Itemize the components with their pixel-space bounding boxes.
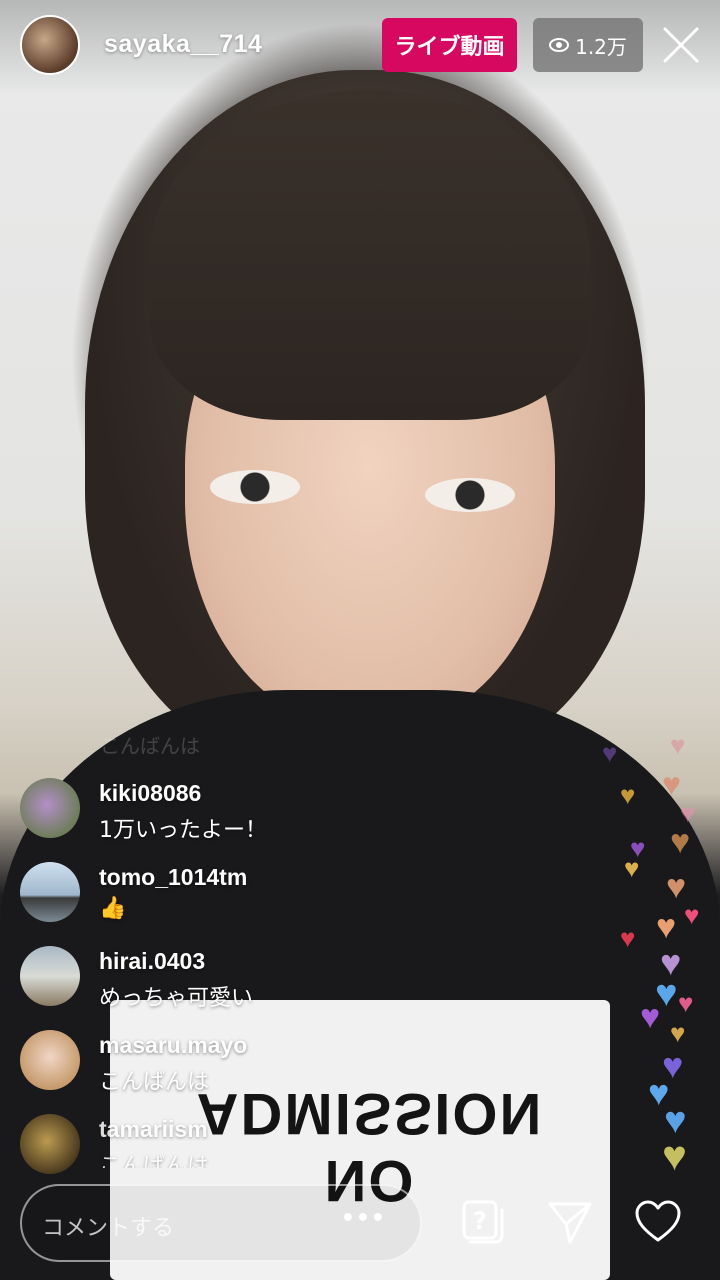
heart-icon: ♥ bbox=[656, 908, 677, 946]
heart-icon: ♥ bbox=[670, 823, 691, 861]
heart-icon: ♥ bbox=[624, 853, 640, 883]
heart-icon: ♥ bbox=[684, 900, 700, 930]
comment-text: こんばんは bbox=[99, 1154, 210, 1168]
comment-avatar[interactable] bbox=[20, 778, 80, 838]
comment-avatar[interactable] bbox=[20, 1114, 80, 1174]
comment-username[interactable]: kiki08086 bbox=[99, 780, 201, 807]
comment-avatar[interactable] bbox=[20, 946, 80, 1006]
heart-icon: ♥ bbox=[620, 923, 636, 953]
comment-text: めっちゃ可愛い bbox=[99, 986, 254, 1011]
heart-icon: ♥ bbox=[670, 730, 686, 760]
heart-icon: ♥ bbox=[670, 1018, 686, 1048]
video-eye-right bbox=[425, 478, 515, 512]
host-username[interactable]: sayaka__714 bbox=[104, 30, 262, 59]
faded-comment: こんばんは bbox=[100, 734, 200, 758]
comment-item: hirai.0403 めっちゃ可愛い bbox=[20, 938, 460, 1022]
heart-icon: ♥ bbox=[678, 988, 694, 1018]
heart-icon: ♥ bbox=[662, 1132, 687, 1179]
comment-item: masaru.mayo こんばんは bbox=[20, 1022, 460, 1106]
comment-item: kiki08086 1万いったよー！ bbox=[20, 770, 460, 854]
close-icon[interactable] bbox=[660, 24, 702, 66]
heart-icon: ♥ bbox=[640, 998, 661, 1036]
comment-list: kiki08086 1万いったよー！ tomo_1014tm 👍 hirai.0… bbox=[20, 770, 460, 1190]
viewer-count: 1.2万 bbox=[575, 34, 627, 59]
question-icon[interactable]: ? bbox=[458, 1198, 506, 1246]
comment-avatar[interactable] bbox=[20, 1030, 80, 1090]
heart-like-icon[interactable] bbox=[634, 1198, 682, 1246]
comment-text: 1万いったよー！ bbox=[99, 818, 267, 843]
heart-icon: ♥ bbox=[666, 868, 687, 906]
live-video-stage: NO ADMISSION sayaka__714 ライブ動画 1.2万 こんばん… bbox=[0, 0, 720, 1280]
host-avatar[interactable] bbox=[20, 15, 80, 75]
comment-item: tomo_1014tm 👍 bbox=[20, 854, 460, 938]
more-options-button[interactable]: ••• bbox=[341, 1206, 386, 1231]
heart-icon: ♥ bbox=[662, 766, 681, 802]
floating-hearts: ♥ ♥ ♥ ♥ ♥ ♥ ♥ ♥ ♥ ♥ ♥ ♥ ♥ ♥ ♥ ♥ ♥ ♥ ♥ ♥ … bbox=[600, 730, 720, 1190]
comment-text: こんばんは bbox=[99, 1070, 210, 1095]
comment-username[interactable]: tamariism bbox=[99, 1116, 208, 1143]
video-eye-left bbox=[210, 470, 300, 504]
live-badge: ライブ動画 bbox=[382, 18, 517, 72]
video-bangs bbox=[150, 90, 590, 420]
comment-username[interactable]: tomo_1014tm bbox=[99, 864, 247, 891]
heart-icon: ♥ bbox=[602, 738, 618, 768]
comment-placeholder: コメントする bbox=[42, 1216, 175, 1241]
comment-item: tamariism こんばんは bbox=[20, 1106, 460, 1190]
comment-username[interactable]: masaru.mayo bbox=[99, 1032, 247, 1059]
eye-icon bbox=[549, 38, 570, 52]
viewer-count-badge[interactable]: 1.2万 bbox=[533, 18, 643, 72]
svg-text:?: ? bbox=[473, 1207, 487, 1235]
comment-avatar[interactable] bbox=[20, 862, 80, 922]
comment-text: 👍 bbox=[99, 896, 127, 921]
comment-input[interactable]: コメントする ••• bbox=[20, 1184, 422, 1262]
comment-username[interactable]: hirai.0403 bbox=[99, 948, 205, 975]
heart-icon: ♥ bbox=[620, 780, 636, 810]
send-icon[interactable] bbox=[546, 1198, 594, 1246]
